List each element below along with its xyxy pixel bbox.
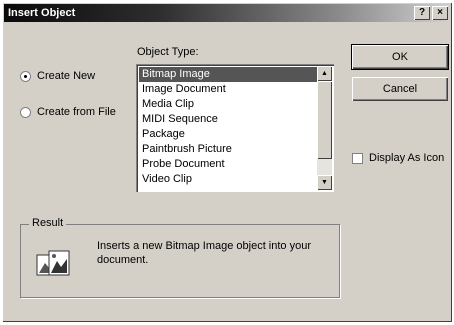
list-item-image-document[interactable]: Image Document	[139, 82, 317, 97]
create-from-file-radio[interactable]	[20, 106, 31, 118]
result-label: Result	[29, 217, 67, 229]
create-new-radio[interactable]	[20, 70, 31, 82]
list-item-bitmap-image[interactable]: Bitmap Image	[139, 67, 317, 82]
cancel-button[interactable]: Cancel	[352, 77, 448, 101]
list-item-paintbrush-picture[interactable]: Paintbrush Picture	[139, 142, 317, 157]
display-as-icon-option[interactable]: Display As Icon	[352, 152, 444, 164]
close-button[interactable]: ×	[432, 6, 448, 20]
create-from-file-label: Create from File	[37, 106, 116, 118]
object-type-list: Bitmap Image Image Document Media Clip M…	[139, 67, 317, 187]
display-as-icon-checkbox[interactable]	[352, 152, 363, 164]
create-from-file-option[interactable]: Create from File	[20, 106, 116, 118]
listbox-scrollbar[interactable]: ▲ ▼	[317, 66, 332, 190]
object-type-listbox[interactable]: Bitmap Image Image Document Media Clip M…	[136, 64, 334, 192]
insert-object-dialog: Insert Object ? × Create New Create from…	[2, 2, 452, 322]
create-new-label: Create New	[37, 70, 96, 82]
list-item-midi-sequence[interactable]: MIDI Sequence	[139, 112, 317, 127]
scroll-up-button[interactable]: ▲	[317, 66, 332, 81]
scroll-down-button[interactable]: ▼	[317, 175, 332, 190]
result-description: Inserts a new Bitmap Image object into y…	[97, 240, 311, 266]
help-button[interactable]: ?	[414, 6, 430, 20]
list-item-probe-document[interactable]: Probe Document	[139, 157, 317, 172]
object-type-label: Object Type:	[137, 46, 199, 58]
scroll-thumb[interactable]	[317, 81, 332, 159]
create-new-option[interactable]: Create New	[20, 70, 95, 82]
display-as-icon-label: Display As Icon	[369, 152, 445, 164]
ok-button[interactable]: OK	[351, 44, 449, 70]
list-item-package[interactable]: Package	[139, 127, 317, 142]
dialog-title: Insert Object	[8, 7, 76, 19]
list-item-media-clip[interactable]: Media Clip	[139, 97, 317, 112]
result-group: Result Inserts a new Bitmap Image object…	[20, 217, 340, 298]
list-item-video-clip[interactable]: Video Clip	[139, 172, 317, 187]
title-bar: Insert Object ? ×	[4, 4, 450, 22]
insert-bitmap-icon	[36, 250, 70, 276]
